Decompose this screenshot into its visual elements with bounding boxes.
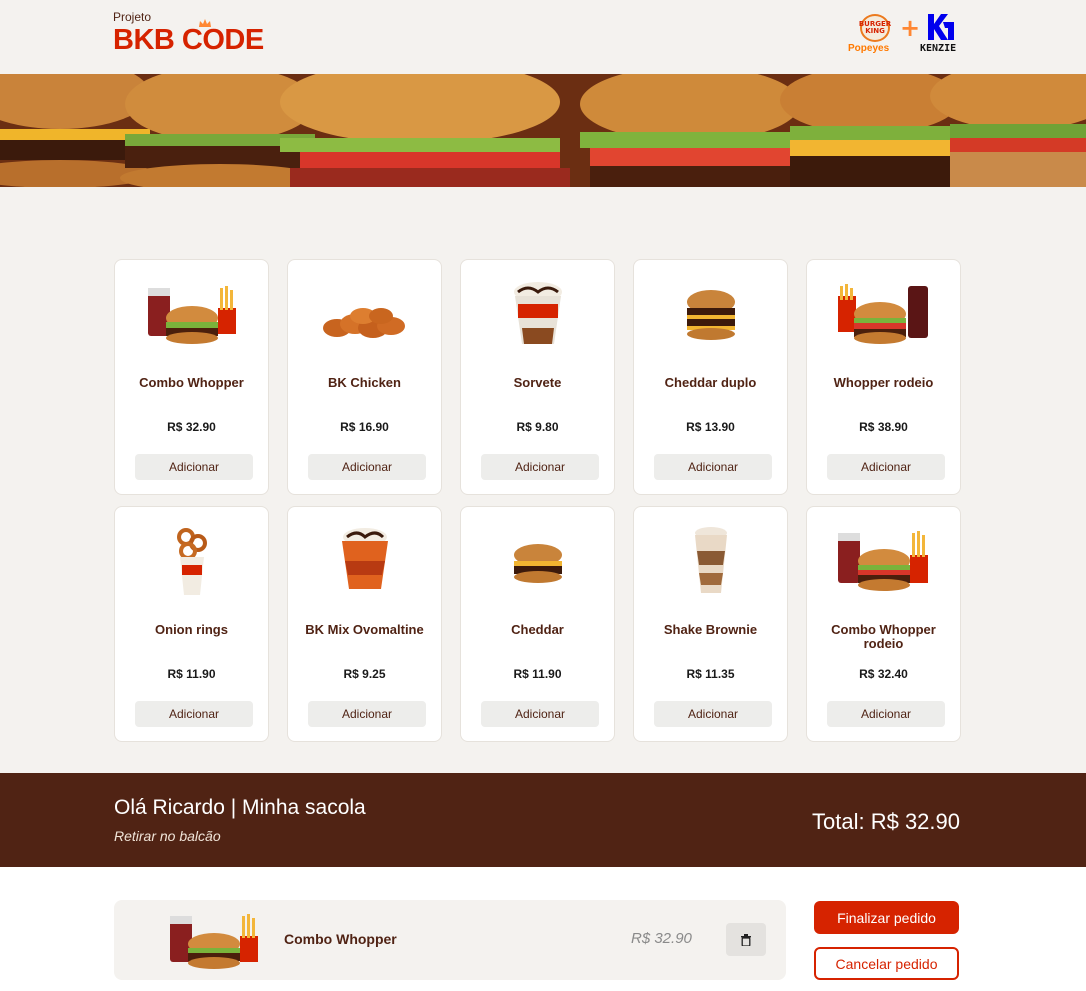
product-price: R$ 11.90 — [513, 667, 562, 681]
combo-icon — [838, 284, 928, 344]
product-name: Cheddar — [511, 622, 564, 637]
add-to-bag-button[interactable]: Adicionar — [481, 454, 599, 480]
popeyes-logo: Popeyes — [848, 43, 890, 54]
chicken-icon — [323, 308, 405, 338]
remove-item-button[interactable] — [726, 923, 766, 956]
product-name: Combo Whopper rodeio — [831, 622, 936, 651]
bag-total: Total: R$ 32.90 — [812, 809, 960, 834]
add-to-bag-button[interactable]: Adicionar — [135, 701, 253, 727]
product-grid: Combo Whopper R$ 32.90 Adicionar BK Chic… — [114, 259, 961, 742]
product-price: R$ 13.90 — [686, 420, 735, 434]
add-to-bag-button[interactable]: Adicionar — [654, 701, 772, 727]
product-card: Cheddar duplo R$ 13.90 Adicionar — [633, 259, 788, 495]
combo-icon — [170, 914, 258, 969]
product-card: Shake Brownie R$ 11.35 Adicionar — [633, 506, 788, 742]
combo-icon — [148, 286, 236, 344]
product-price: R$ 11.35 — [686, 667, 735, 681]
add-to-bag-button[interactable]: Adicionar — [654, 454, 772, 480]
hero-banner — [0, 74, 1086, 187]
trash-icon — [741, 933, 751, 946]
product-card: Cheddar R$ 11.90 Adicionar — [460, 506, 615, 742]
bag-item: Combo Whopper R$ 32.90 — [114, 900, 786, 980]
cancel-order-button[interactable]: Cancelar pedido — [814, 947, 959, 980]
plus-icon: + — [900, 14, 921, 42]
kenzie-logo-icon — [928, 14, 954, 40]
product-name: Combo Whopper — [139, 375, 244, 390]
product-card: Onion rings R$ 11.90 Adicionar — [114, 506, 269, 742]
sundae-icon — [342, 528, 388, 589]
product-card: BK Chicken R$ 16.90 Adicionar — [287, 259, 442, 495]
onion-rings-icon — [177, 528, 207, 595]
product-name: Cheddar duplo — [664, 375, 757, 390]
product-name: BK Mix Ovomaltine — [305, 622, 424, 637]
product-price: R$ 32.90 — [167, 420, 216, 434]
product-name: Whopper rodeio — [833, 375, 934, 390]
bag-item-price: R$ 32.90 — [631, 930, 692, 947]
burger-king-logo: BURGER KING — [859, 14, 891, 42]
add-to-bag-button[interactable]: Adicionar — [308, 454, 426, 480]
product-card: Combo Whopper R$ 32.90 Adicionar — [114, 259, 269, 495]
burgers-banner-image — [0, 74, 1086, 187]
add-to-bag-button[interactable]: Adicionar — [827, 454, 945, 480]
product-card: BK Mix Ovomaltine R$ 9.25 Adicionar — [287, 506, 442, 742]
shake-icon — [695, 527, 727, 593]
product-price: R$ 16.90 — [340, 420, 389, 434]
burger-icon — [514, 544, 562, 583]
bag-item-name: Combo Whopper — [284, 931, 397, 947]
product-price: R$ 32.40 — [859, 667, 908, 681]
partner-logos: BURGER KING Popeyes + KENZIE — [846, 12, 966, 58]
product-name: Sorvete — [513, 375, 562, 390]
product-name: BK Chicken — [328, 375, 401, 390]
bag-header: Olá Ricardo | Minha sacola Retirar no ba… — [0, 773, 1086, 867]
product-card: Whopper rodeio R$ 38.90 Adicionar — [806, 259, 961, 495]
add-to-bag-button[interactable]: Adicionar — [308, 701, 426, 727]
product-price: R$ 38.90 — [859, 420, 908, 434]
bag-title: Olá Ricardo | Minha sacola — [114, 796, 366, 819]
add-to-bag-button[interactable]: Adicionar — [481, 701, 599, 727]
product-card: Combo Whopper rodeio R$ 32.40 Adicionar — [806, 506, 961, 742]
finalize-order-button[interactable]: Finalizar pedido — [814, 901, 959, 934]
product-price: R$ 9.80 — [516, 420, 559, 434]
header: Projeto BKB CODE BURGER KING Popeyes + K… — [0, 0, 1086, 74]
bag-section: Combo Whopper R$ 32.90 Finalizar pedido … — [0, 867, 1086, 991]
bag-subtitle: Retirar no balcão — [114, 828, 221, 844]
product-price: R$ 11.90 — [167, 667, 216, 681]
double-burger-icon — [687, 290, 735, 340]
product-name: Onion rings — [155, 622, 228, 637]
sundae-icon — [514, 282, 562, 344]
logo-title[interactable]: BKB CODE — [113, 24, 264, 57]
product-price: R$ 9.25 — [343, 667, 386, 681]
product-name: Shake Brownie — [663, 622, 758, 637]
add-to-bag-button[interactable]: Adicionar — [135, 454, 253, 480]
add-to-bag-button[interactable]: Adicionar — [827, 701, 945, 727]
logo-project-label: Projeto — [113, 10, 152, 24]
product-card: Sorvete R$ 9.80 Adicionar — [460, 259, 615, 495]
kenzie-logo-text: KENZIE — [920, 43, 957, 54]
combo-icon — [838, 531, 928, 591]
